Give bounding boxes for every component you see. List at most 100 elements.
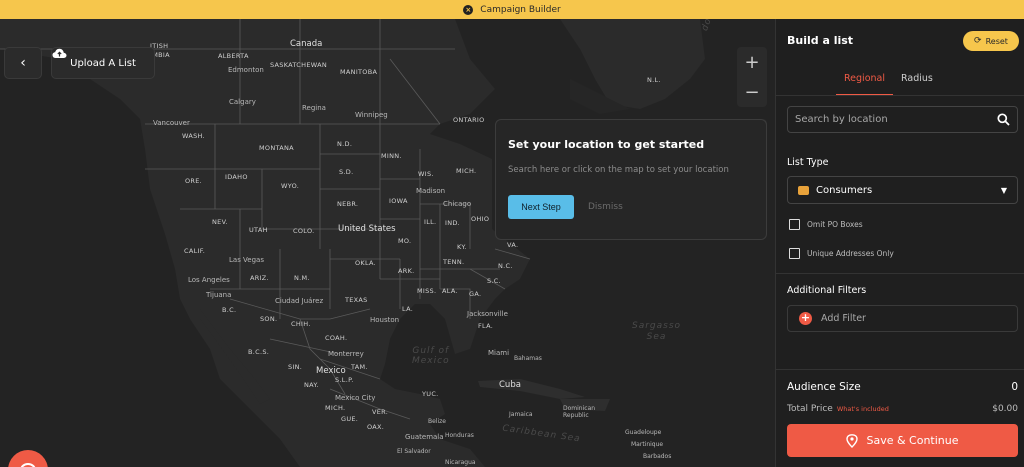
map-label-edmonton: Edmonton (228, 66, 264, 74)
map-label-bc-mexico: B.C. (222, 306, 237, 314)
map-label-guadeloupe: Guadeloupe (625, 429, 662, 436)
omit-po-boxes-checkbox[interactable] (789, 219, 800, 230)
map-label-mexico-city: Mexico City (335, 394, 376, 402)
map-label-chih: CHIH. (291, 320, 311, 328)
back-button[interactable]: ‹ (4, 47, 42, 79)
map-label-chicago: Chicago (443, 200, 472, 208)
map-label-colo: COLO. (293, 227, 315, 235)
next-step-button[interactable]: Next Step (508, 195, 574, 219)
onboarding-popup: Set your location to get started Search … (495, 119, 767, 240)
map-label-ariz: ARIZ. (250, 274, 269, 282)
map-label-nev: NEV. (212, 218, 228, 226)
map-label-monterrey: Monterrey (328, 350, 364, 358)
map-label-son: SON. (260, 315, 278, 323)
cloud-upload-icon (52, 48, 67, 58)
map-label-guatemala: Guatemala (405, 433, 444, 441)
search-icon[interactable] (997, 113, 1010, 126)
map-label-ky: KY. (457, 243, 467, 251)
map-label-ind: IND. (445, 219, 461, 227)
reset-button[interactable]: ⟳ Reset (963, 31, 1019, 51)
map-geography (0, 19, 705, 467)
location-search-input[interactable]: Search by location (787, 106, 1018, 133)
upload-list-label: Upload A List (70, 57, 136, 69)
omit-po-boxes-option[interactable]: Omit PO Boxes (789, 219, 863, 230)
map-label-tenn: TENN. (443, 258, 465, 266)
list-type-select[interactable]: Consumers ▼ (787, 176, 1018, 204)
popup-title: Set your location to get started (508, 138, 705, 151)
map-label-alberta: ALBERTA (218, 52, 249, 60)
audience-size-value: 0 (1011, 381, 1018, 393)
map-label-saskatchewan: SASKATCHEWAN (270, 61, 328, 69)
map-label-mo: MO. (398, 237, 412, 245)
map-label-houston: Houston (370, 316, 400, 324)
map-label-mich: MICH. (456, 167, 477, 175)
zoom-out-button[interactable]: − (737, 77, 767, 107)
location-tabs: Regional Radius (836, 69, 941, 96)
map-label-winnipeg: Winnipeg (355, 111, 388, 119)
map-label-tam: TAM. (351, 363, 368, 371)
total-price-label: Total Price (787, 404, 833, 414)
map-label-mich-mexico: MICH. (325, 404, 346, 412)
map-label-calif: CALIF. (184, 247, 206, 255)
save-continue-button[interactable]: Save & Continue (787, 424, 1018, 457)
map-label-bahamas: Bahamas (514, 355, 542, 362)
map-label-bcs: B.C.S. (248, 348, 270, 356)
map-label-wyo: WYO. (281, 182, 300, 190)
popup-description: Search here or click on the map to set y… (508, 165, 729, 175)
map-label-okla: OKLA. (355, 259, 377, 267)
tab-radius[interactable]: Radius (893, 69, 941, 96)
add-filter-label: Add Filter (821, 313, 866, 324)
map-label-coah: COAH. (325, 334, 348, 342)
map-label-minn: MINN. (381, 152, 402, 160)
filters-divider (776, 273, 1024, 274)
zoom-controls: + − (737, 47, 767, 107)
unique-addresses-option[interactable]: Unique Addresses Only (789, 248, 894, 259)
map-label-la: LA. (402, 305, 414, 313)
map-label-ark: ARK. (398, 267, 415, 275)
map-label-dominican-republic: Dominican Republic (563, 405, 596, 419)
map-canvas[interactable]: Canada ITISH IMBIA ALBERTA SASKATCHEWAN … (0, 19, 775, 467)
save-continue-label: Save & Continue (866, 434, 959, 447)
map-label-barbados: Barbados (643, 453, 672, 460)
map-label-cuba: Cuba (499, 380, 521, 390)
upload-list-button[interactable]: Upload A List (51, 47, 155, 79)
map-label-nl: N.L. (647, 76, 661, 84)
close-icon[interactable]: × (463, 4, 474, 15)
total-price-value: $0.00 (992, 404, 1018, 414)
chevron-left-icon: ‹ (20, 55, 26, 71)
map-label-sd: S.D. (339, 168, 354, 176)
list-type-value: Consumers (816, 184, 873, 196)
map-label-el-salvador: El Salvador (397, 448, 431, 455)
map-label-ore: ORE. (185, 177, 203, 185)
map-label-madison: Madison (416, 187, 446, 195)
map-label-ala: ALA. (442, 287, 458, 295)
chat-bubble-icon (20, 463, 36, 467)
map-label-texas: TEXAS (345, 296, 368, 304)
tab-regional[interactable]: Regional (836, 69, 893, 96)
map-label-miss: MISS. (417, 287, 437, 295)
panel-title: Build a list (787, 34, 854, 47)
omit-po-boxes-label: Omit PO Boxes (807, 220, 863, 229)
map-label-miami: Miami (488, 349, 510, 357)
banner-title: Campaign Builder (480, 4, 561, 15)
map-label-vancouver: Vancouver (153, 119, 190, 127)
map-label-united-states: United States (338, 224, 396, 234)
map-label-utah: UTAH (249, 226, 268, 234)
zoom-in-button[interactable]: + (737, 47, 767, 77)
map-label-sin: SIN. (288, 363, 303, 371)
map-label-jacksonville: Jacksonville (467, 310, 508, 318)
reset-label: Reset (985, 36, 1008, 46)
audience-size-row: Audience Size 0 (787, 381, 1018, 393)
map-label-yuc: YUC. (422, 390, 439, 398)
map-label-idaho: IDAHO (225, 173, 248, 181)
summary-divider (776, 369, 1024, 370)
tab-divider (776, 95, 1024, 96)
unique-addresses-label: Unique Addresses Only (807, 249, 894, 258)
dismiss-link[interactable]: Dismiss (588, 202, 623, 212)
map-label-mexico: Mexico (316, 366, 346, 376)
unique-addresses-checkbox[interactable] (789, 248, 800, 259)
map-label-nd: N.D. (337, 140, 353, 148)
add-filter-button[interactable]: + Add Filter (787, 305, 1018, 332)
whats-included-link[interactable]: What's included (837, 405, 889, 413)
map-label-jamaica: Jamaica (509, 411, 533, 418)
